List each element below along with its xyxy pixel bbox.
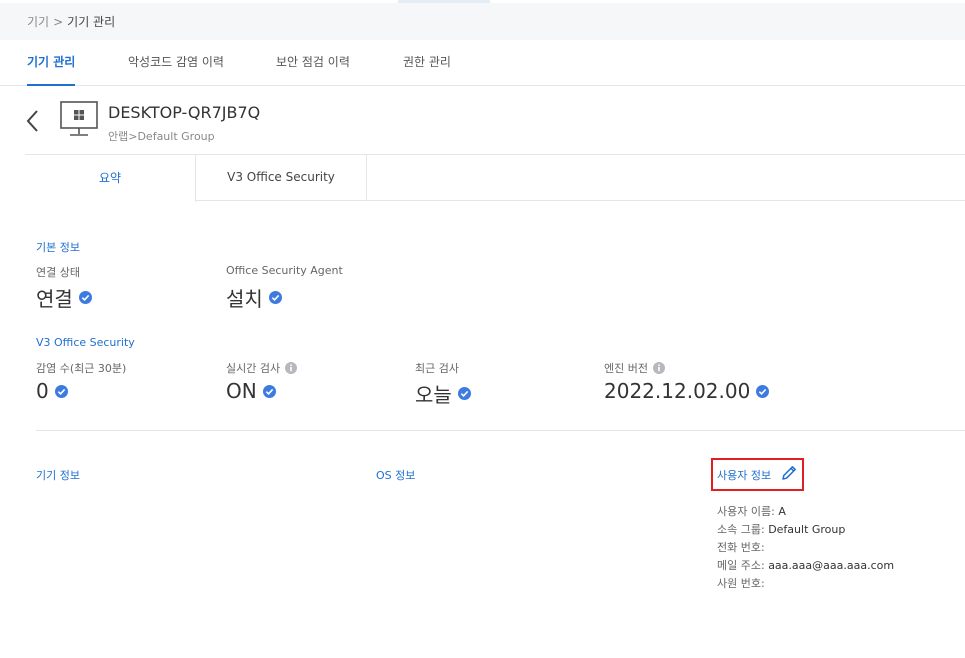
check-circle-icon <box>457 387 471 400</box>
user-phone-row: 전화 번호: <box>717 539 765 555</box>
tab-device-management[interactable]: 기기 관리 <box>27 40 75 86</box>
recent-scan-label-text: 최근 검사 <box>415 362 459 375</box>
infection-count-value: 0 <box>36 379 68 403</box>
tab-security-check-history[interactable]: 보안 점검 이력 <box>276 40 350 86</box>
infection-count-text: 0 <box>36 379 49 403</box>
v3-section-title: V3 Office Security <box>36 336 135 349</box>
realtime-scan-label: 실시간 검사 <box>226 360 298 376</box>
connection-status-value: 연결 <box>36 283 92 312</box>
pencil-edit-icon[interactable] <box>780 464 798 482</box>
infection-count-label: 감염 수(최근 30분) <box>36 360 126 376</box>
engine-version-label: 엔진 버전 <box>604 360 665 376</box>
user-email-value: aaa.aaa@aaa.aaa.com <box>768 559 895 572</box>
sub-tabs: 요약 V3 Office Security <box>25 154 965 202</box>
user-phone-label: 전화 번호: <box>717 541 765 554</box>
user-email-row: 메일 주소: aaa.aaa@aaa.aaa.com <box>717 557 894 573</box>
tab-summary[interactable]: 요약 <box>25 154 196 202</box>
breadcrumb-separator: > <box>53 15 64 29</box>
os-info-title: OS 정보 <box>376 469 416 482</box>
user-employee-id-label: 사원 번호: <box>717 577 765 590</box>
device-name: DESKTOP-QR7JB7Q <box>108 103 261 122</box>
check-circle-icon <box>78 291 92 304</box>
engine-version-text: 2022.12.02.00 <box>604 379 751 403</box>
check-circle-icon <box>54 384 68 398</box>
connection-status-label: 연결 상태 <box>36 264 80 280</box>
breadcrumb-root[interactable]: 기기 <box>27 15 49 29</box>
connection-status-text: 연결 <box>36 287 73 311</box>
engine-version-label-text: 엔진 버전 <box>604 362 648 375</box>
agent-status-text: 설치 <box>226 287 263 311</box>
user-name-row: 사용자 이름: A <box>717 503 786 519</box>
tab-malware-history[interactable]: 악성코드 감염 이력 <box>128 40 224 86</box>
breadcrumb-bar: 기기 > 기기 관리 <box>0 3 965 40</box>
main-nav-tabs: 기기 관리 악성코드 감염 이력 보안 점검 이력 권한 관리 <box>0 40 965 86</box>
user-email-label: 메일 주소: <box>717 559 765 572</box>
user-name-label: 사용자 이름: <box>717 505 775 518</box>
tab-permission-management[interactable]: 권한 관리 <box>403 40 451 86</box>
agent-label: Office Security Agent <box>226 264 343 277</box>
realtime-scan-value: ON <box>226 379 276 403</box>
check-circle-icon <box>262 384 276 398</box>
tab-v3-office-security[interactable]: V3 Office Security <box>196 154 367 201</box>
engine-version-value: 2022.12.02.00 <box>604 379 770 403</box>
breadcrumb: 기기 > 기기 관리 <box>27 13 115 30</box>
desktop-windows-icon <box>60 101 98 136</box>
user-group-label: 소속 그룹: <box>717 523 765 536</box>
basic-info-title: 기본 정보 <box>36 241 80 254</box>
recent-scan-value: 오늘 <box>415 379 471 408</box>
device-info-title: 기기 정보 <box>36 469 80 482</box>
realtime-scan-text: ON <box>226 379 257 403</box>
back-arrow-icon[interactable] <box>22 108 44 134</box>
user-group-row: 소속 그룹: Default Group <box>717 521 845 537</box>
user-info-title: 사용자 정보 <box>717 469 772 482</box>
user-employee-id-row: 사원 번호: <box>717 575 765 591</box>
infection-count-label-text: 감염 수(최근 30분) <box>36 362 127 375</box>
recent-scan-label: 최근 검사 <box>415 360 459 376</box>
info-icon[interactable] <box>285 362 298 374</box>
user-group-value: Default Group <box>768 523 846 536</box>
realtime-scan-label-text: 실시간 검사 <box>226 362 281 375</box>
user-name-value: A <box>778 505 786 518</box>
check-circle-icon <box>268 291 282 304</box>
connection-status-label-text: 연결 상태 <box>36 266 80 279</box>
agent-label-text: Office Security Agent <box>226 264 343 277</box>
info-icon[interactable] <box>652 362 665 374</box>
agent-value: 설치 <box>226 283 282 312</box>
check-circle-icon <box>756 384 770 398</box>
device-group-path: 안랩>Default Group <box>108 130 215 143</box>
breadcrumb-current: 기기 관리 <box>67 15 116 29</box>
section-divider <box>36 430 965 431</box>
recent-scan-text: 오늘 <box>415 383 452 407</box>
